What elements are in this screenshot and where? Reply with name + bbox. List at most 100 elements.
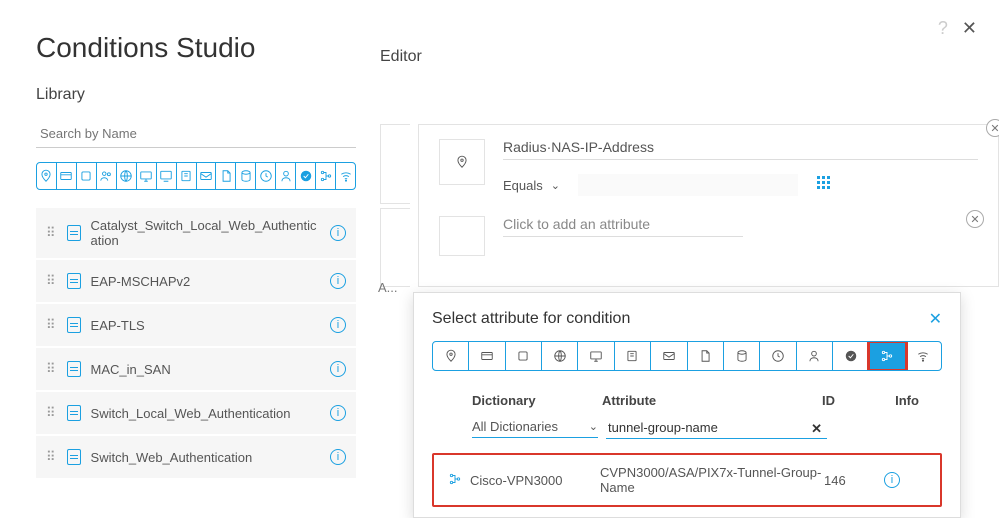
attribute-search-input[interactable] — [606, 418, 827, 439]
condition-type-icon[interactable] — [439, 139, 485, 185]
col-dictionary: Dictionary — [472, 393, 602, 408]
library-search-input[interactable] — [36, 120, 356, 148]
col-attribute: Attribute — [602, 393, 822, 408]
drag-handle-icon[interactable]: ⠿ — [46, 405, 57, 421]
info-icon[interactable]: i — [330, 317, 346, 333]
info-icon[interactable]: i — [330, 405, 346, 421]
condition-handle[interactable] — [380, 208, 410, 288]
library-item-label: MAC_in_SAN — [91, 362, 320, 377]
cat-check-icon[interactable] — [833, 342, 869, 370]
filter-clock-icon[interactable] — [256, 163, 276, 189]
library-filter-strip — [36, 162, 356, 190]
library-item[interactable]: ⠿ Catalyst_Switch_Local_Web_Authenticati… — [36, 208, 356, 258]
condition-type-icon[interactable] — [439, 216, 485, 256]
chevron-down-icon: ⌄ — [551, 179, 560, 192]
close-icon[interactable]: ✕ — [962, 18, 977, 39]
filter-tree-icon[interactable] — [316, 163, 336, 189]
condition-remove-icon[interactable]: ✕ — [966, 210, 984, 228]
grid-picker-icon[interactable] — [816, 175, 832, 196]
drag-handle-icon[interactable]: ⠿ — [46, 225, 57, 241]
filter-desktop-icon[interactable] — [157, 163, 177, 189]
operator-label: Equals — [503, 178, 543, 193]
filter-mail-icon[interactable] — [197, 163, 217, 189]
library-item[interactable]: ⠿ EAP-TLS i — [36, 304, 356, 346]
condition-doc-icon — [67, 273, 81, 289]
cat-doc-icon[interactable] — [688, 342, 724, 370]
library-item[interactable]: ⠿ Switch_Web_Authentication i — [36, 436, 356, 478]
filter-card-icon[interactable] — [57, 163, 77, 189]
info-icon[interactable]: i — [330, 361, 346, 377]
condition-editor-body: ✕ Radius·NAS-IP-Address Equals ⌄ — [418, 124, 999, 287]
filter-person-icon[interactable] — [276, 163, 296, 189]
filter-note-icon[interactable] — [177, 163, 197, 189]
condition-value-input[interactable] — [578, 174, 798, 196]
cat-clock-icon[interactable] — [760, 342, 796, 370]
attribute-result-row[interactable]: Cisco-VPN3000 CVPN3000/ASA/PIX7x-Tunnel-… — [432, 453, 942, 507]
library-item-label: Catalyst_Switch_Local_Web_Authentication — [91, 218, 320, 248]
cat-location-icon[interactable] — [433, 342, 469, 370]
cat-mail-icon[interactable] — [651, 342, 687, 370]
popup-search-row: All Dictionaries ⌄ ✕ — [432, 414, 942, 449]
drag-handle-icon[interactable]: ⠿ — [46, 449, 57, 465]
logic-connector[interactable]: A... — [378, 280, 398, 295]
add-attribute-placeholder[interactable]: Click to add an attribute — [503, 216, 743, 237]
editor-heading: Editor — [380, 48, 422, 66]
col-info: Info — [882, 393, 932, 408]
drag-handle-icon[interactable]: ⠿ — [46, 317, 57, 333]
cat-note-icon[interactable] — [615, 342, 651, 370]
library-item[interactable]: ⠿ EAP-MSCHAPv2 i — [36, 260, 356, 302]
result-attribute: CVPN3000/ASA/PIX7x-Tunnel-Group-Name — [600, 465, 824, 495]
cat-monitor-icon[interactable] — [578, 342, 614, 370]
library-heading: Library — [36, 86, 356, 104]
cat-wifi-icon[interactable] — [906, 342, 941, 370]
filter-globe-icon[interactable] — [117, 163, 137, 189]
cat-card-icon[interactable] — [469, 342, 505, 370]
help-icon[interactable]: ? — [938, 18, 948, 39]
condition-doc-icon — [67, 361, 81, 377]
chevron-down-icon: ⌄ — [589, 420, 598, 433]
library-list: ⠿ Catalyst_Switch_Local_Web_Authenticati… — [36, 208, 356, 478]
library-item[interactable]: ⠿ MAC_in_SAN i — [36, 348, 356, 390]
library-item[interactable]: ⠿ Switch_Local_Web_Authentication i — [36, 392, 356, 434]
condition-doc-icon — [67, 317, 81, 333]
cat-square-icon[interactable] — [506, 342, 542, 370]
info-icon[interactable]: i — [330, 449, 346, 465]
operator-dropdown[interactable]: Equals ⌄ — [503, 178, 560, 193]
clear-search-icon[interactable]: ✕ — [811, 421, 822, 437]
cat-person-icon[interactable] — [797, 342, 833, 370]
filter-wifi-icon[interactable] — [336, 163, 355, 189]
library-item-label: EAP-MSCHAPv2 — [91, 274, 320, 289]
library-item-label: Switch_Local_Web_Authentication — [91, 406, 320, 421]
condition-doc-icon — [67, 225, 81, 241]
filter-square-icon[interactable] — [77, 163, 97, 189]
filter-users-icon[interactable] — [97, 163, 117, 189]
filter-check-icon[interactable] — [296, 163, 316, 189]
condition-handle[interactable] — [380, 124, 410, 204]
popup-table-header: Dictionary Attribute ID Info — [432, 387, 942, 414]
dictionary-dropdown[interactable]: All Dictionaries ⌄ — [472, 419, 598, 438]
drag-handle-icon[interactable]: ⠿ — [46, 361, 57, 377]
filter-db-icon[interactable] — [236, 163, 256, 189]
filter-location-icon[interactable] — [37, 163, 57, 189]
library-item-label: Switch_Web_Authentication — [91, 450, 320, 465]
cat-globe-icon[interactable] — [542, 342, 578, 370]
condition-doc-icon — [67, 449, 81, 465]
filter-doc-icon[interactable] — [216, 163, 236, 189]
condition-remove-icon[interactable]: ✕ — [986, 119, 999, 137]
popup-close-icon[interactable]: ✕ — [929, 309, 942, 329]
result-dictionary: Cisco-VPN3000 — [470, 473, 600, 488]
info-icon[interactable]: i — [330, 225, 346, 241]
cat-db-icon[interactable] — [724, 342, 760, 370]
popup-title: Select attribute for condition — [432, 310, 630, 328]
condition-row: ✕ Click to add an attribute — [439, 216, 978, 256]
result-category-icon — [440, 472, 470, 489]
condition-attribute-label[interactable]: Radius·NAS-IP-Address — [503, 139, 978, 160]
popup-category-filter — [432, 341, 942, 371]
cat-tree-icon[interactable] — [869, 342, 905, 370]
info-icon[interactable]: i — [330, 273, 346, 289]
condition-doc-icon — [67, 405, 81, 421]
result-id: 146 — [824, 473, 884, 488]
drag-handle-icon[interactable]: ⠿ — [46, 273, 57, 289]
result-info-icon[interactable]: i — [884, 472, 934, 488]
filter-monitor-icon[interactable] — [137, 163, 157, 189]
